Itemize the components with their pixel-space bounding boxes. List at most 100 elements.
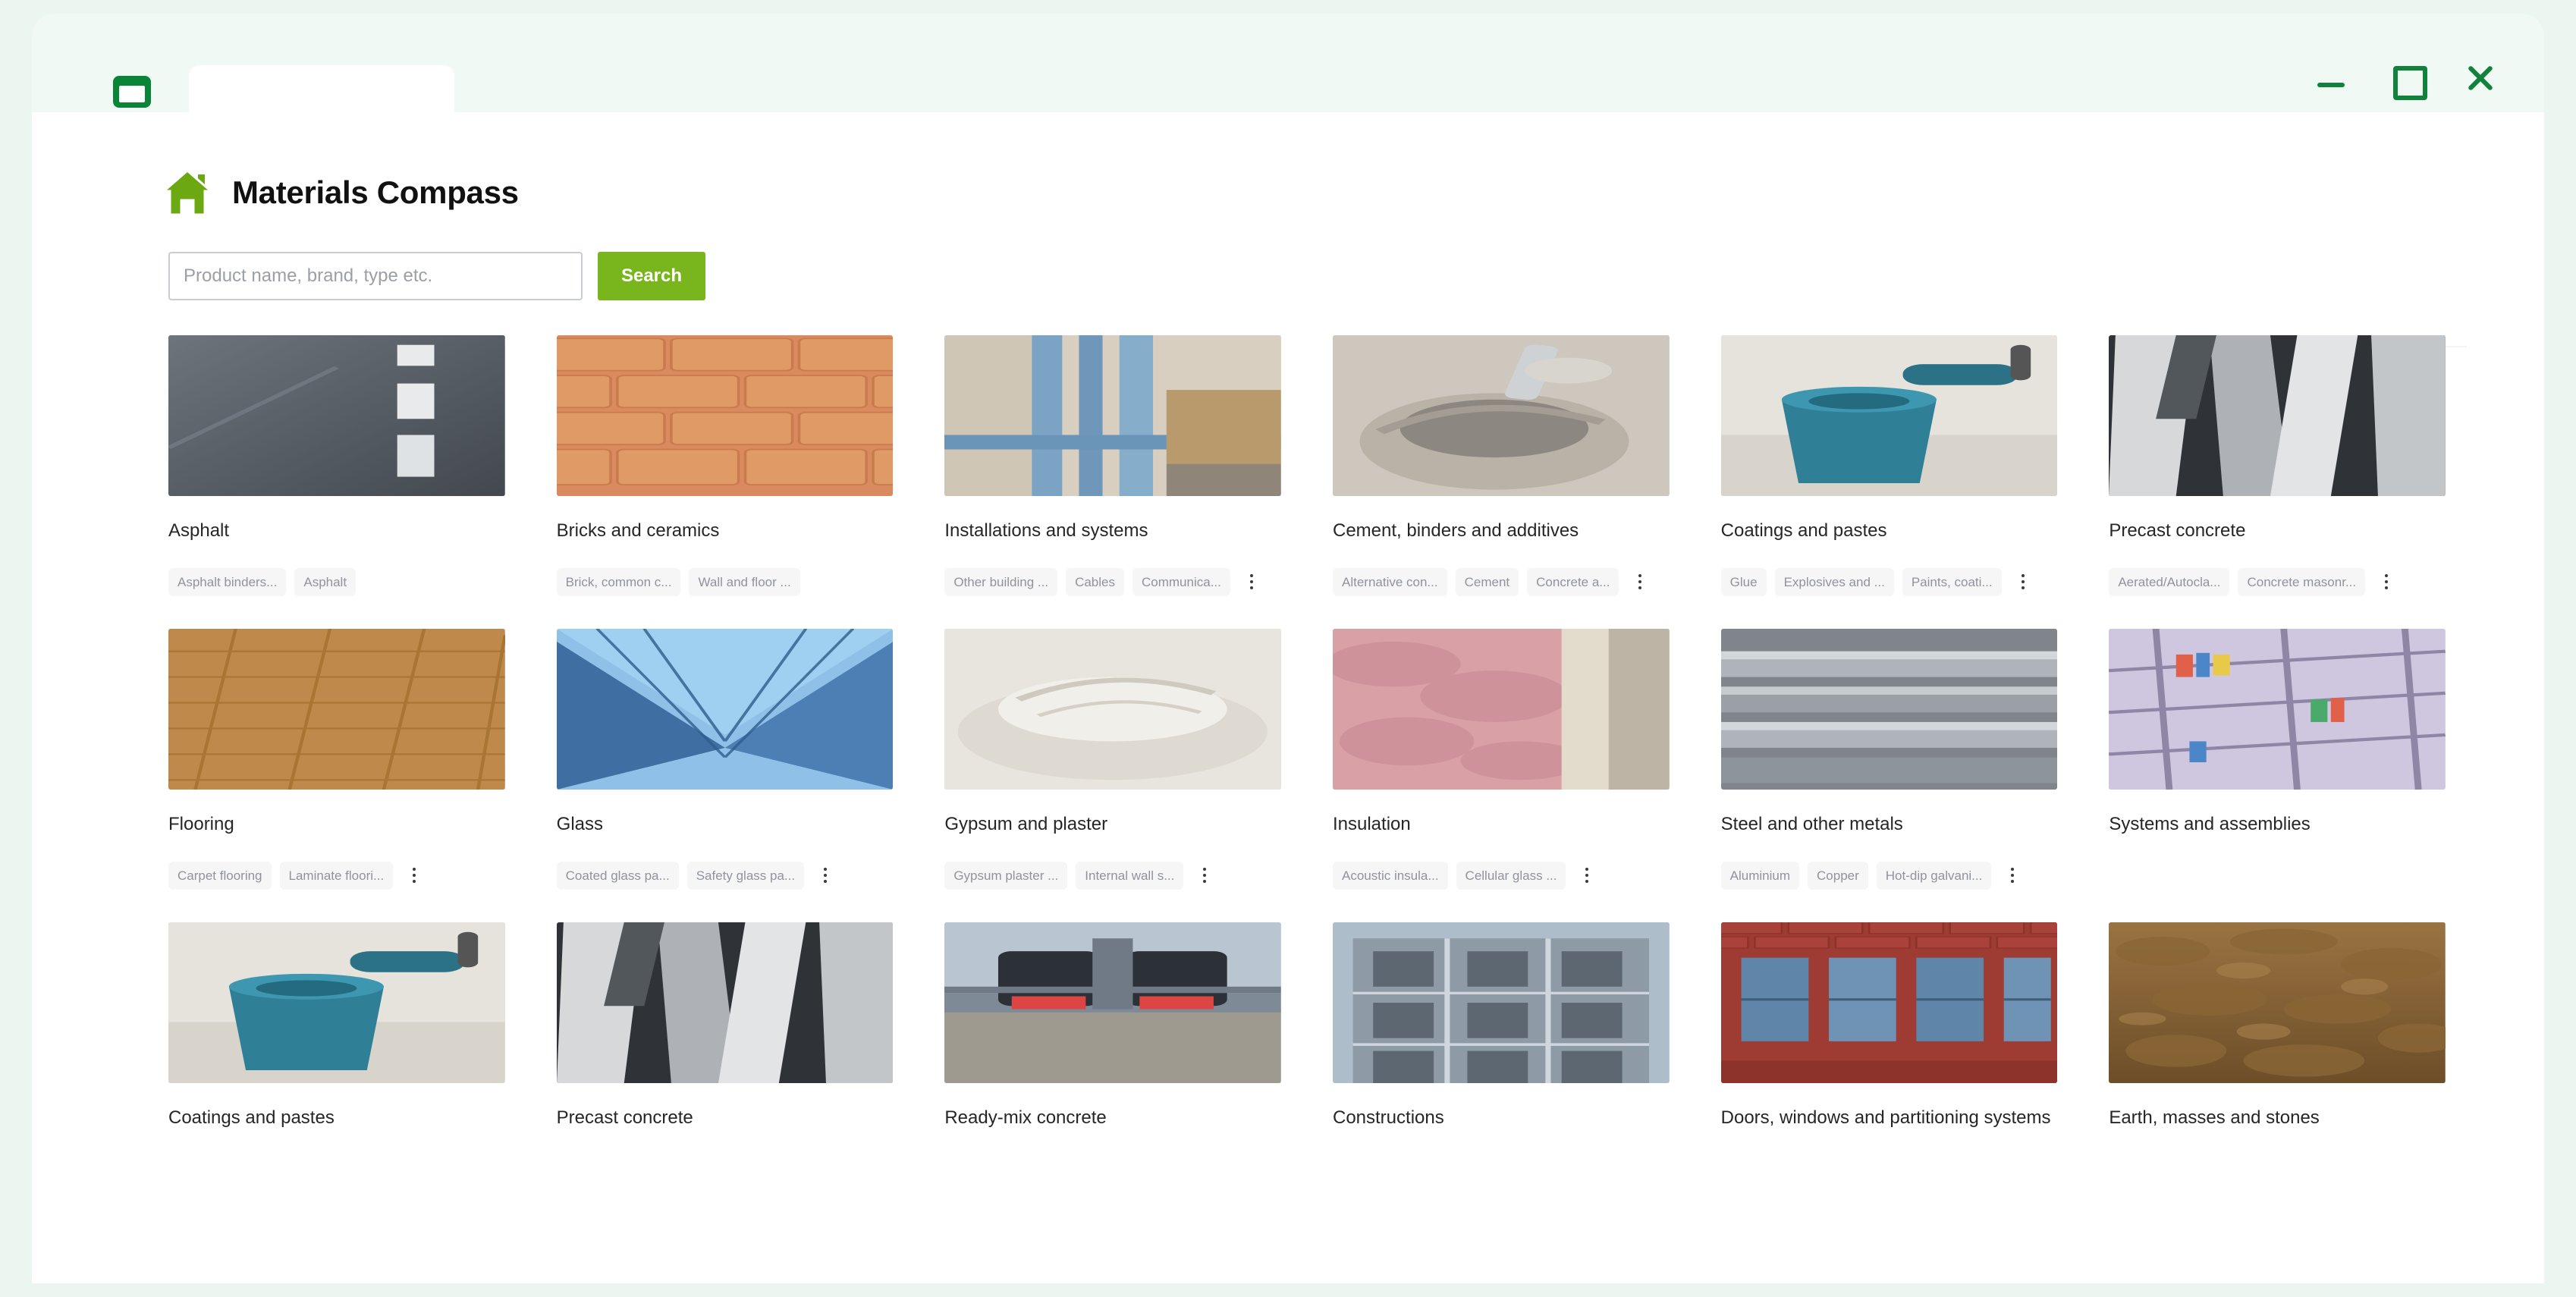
category-tag[interactable]: Asphalt binders...: [168, 567, 287, 596]
close-icon[interactable]: [2462, 61, 2497, 96]
category-thumbnail[interactable]: [556, 629, 894, 790]
category-title[interactable]: Cement, binders and additives: [1333, 519, 1670, 544]
category-card: Asphalt Asphalt binders... Asphalt: [168, 335, 505, 597]
category-card: Systems and assemblies: [2109, 629, 2446, 890]
more-vertical-icon[interactable]: [2015, 568, 2031, 595]
category-tag[interactable]: Gypsum plaster ...: [944, 861, 1068, 890]
category-tag[interactable]: Aluminium: [1720, 861, 1800, 890]
category-card: Steel and other metals Aluminium Copper Hot…: [1720, 629, 2058, 890]
maximize-icon[interactable]: [2388, 61, 2427, 100]
category-thumbnail[interactable]: [1332, 629, 1670, 790]
category-tag[interactable]: Concrete a...: [1527, 567, 1619, 596]
category-title[interactable]: Earth, masses and stones: [2109, 1106, 2446, 1131]
more-vertical-icon[interactable]: [1196, 862, 1213, 889]
category-tag[interactable]: Paints, coati...: [1902, 567, 2002, 596]
category-tag-list: Aluminium Copper Hot-dip galvani...: [1720, 860, 2058, 890]
more-vertical-icon[interactable]: [2378, 568, 2395, 595]
category-tag[interactable]: Hot-dip galvani...: [1876, 861, 1992, 890]
category-tag[interactable]: Other building ...: [944, 567, 1058, 596]
category-title[interactable]: Asphalt: [168, 519, 505, 544]
search-button[interactable]: Search: [598, 252, 705, 300]
category-tag[interactable]: Brick, common c...: [556, 567, 681, 596]
category-title[interactable]: Glass: [557, 812, 894, 837]
category-tag[interactable]: Carpet flooring: [168, 861, 272, 890]
search-input[interactable]: [168, 252, 583, 300]
more-vertical-icon[interactable]: [2004, 862, 2021, 889]
category-tag[interactable]: Glue: [1720, 567, 1767, 596]
category-thumbnail[interactable]: [2109, 629, 2446, 790]
category-tag[interactable]: Explosives and ...: [1774, 567, 1894, 596]
category-title[interactable]: Constructions: [1333, 1106, 1670, 1131]
category-title[interactable]: Steel and other metals: [1721, 812, 2058, 837]
category-thumbnail[interactable]: [944, 335, 1281, 496]
category-tag[interactable]: Internal wall s...: [1076, 861, 1184, 890]
category-thumbnail[interactable]: [1720, 922, 2058, 1083]
category-tag-list: [944, 1154, 1281, 1184]
category-tag[interactable]: Acoustic insula...: [1332, 861, 1448, 890]
category-title[interactable]: Precast concrete: [557, 1106, 894, 1131]
content-area: Materials Compass Search AsphaltAsphalt …: [32, 112, 2544, 1283]
category-thumbnail[interactable]: [1332, 335, 1670, 496]
category-thumbnail[interactable]: [1720, 629, 2058, 790]
category-card: Gypsum and plaster Gypsum plaster ... Inte…: [944, 629, 1281, 890]
category-tag[interactable]: Cellular glass ...: [1456, 861, 1566, 890]
more-vertical-icon[interactable]: [1632, 568, 1648, 595]
window-controls: [2314, 61, 2497, 100]
category-title[interactable]: Installations and systems: [944, 519, 1281, 544]
category-card: Doors, windows and partitioning systems: [1720, 922, 2058, 1184]
minimize-icon[interactable]: [2314, 61, 2348, 96]
category-tag[interactable]: Aerated/Autocla...: [2109, 567, 2230, 596]
category-card: Precast concrete Aerated/Autocla... Concre…: [2109, 335, 2446, 597]
page-title: Materials Compass: [232, 174, 519, 210]
title-bar: [32, 14, 2544, 135]
category-title[interactable]: Coatings and pastes: [1721, 519, 2058, 544]
category-tag-list: Glue Explosives and ... Paints, coati...: [1720, 567, 2058, 597]
category-thumbnail[interactable]: [168, 922, 505, 1083]
category-thumbnail[interactable]: [2109, 335, 2446, 496]
category-thumbnail[interactable]: [1720, 335, 2058, 496]
category-tag-list: Gypsum plaster ... Internal wall s...: [944, 860, 1281, 890]
category-title[interactable]: Flooring: [168, 812, 505, 837]
category-tag-list: [2109, 860, 2446, 890]
category-tag[interactable]: Cables: [1066, 567, 1124, 596]
category-grid: Asphalt Asphalt binders... Asphalt Bricks …: [168, 335, 2446, 1184]
category-tag-list: Other building ... Cables Communica...: [944, 567, 1281, 597]
category-thumbnail[interactable]: [168, 335, 505, 496]
category-title[interactable]: Coatings and pastes: [168, 1106, 505, 1131]
category-thumbnail[interactable]: [944, 629, 1281, 790]
category-thumbnail[interactable]: [1332, 922, 1670, 1083]
category-thumbnail[interactable]: [944, 922, 1281, 1083]
more-vertical-icon[interactable]: [406, 862, 423, 889]
category-tag[interactable]: Communica...: [1132, 567, 1230, 596]
category-tag-list: Acoustic insula... Cellular glass ...: [1332, 860, 1670, 890]
category-tag[interactable]: Coated glass pa...: [556, 861, 679, 890]
category-thumbnail[interactable]: [2109, 922, 2446, 1083]
category-tag[interactable]: Copper: [1808, 861, 1868, 890]
category-title[interactable]: Systems and assemblies: [2109, 812, 2446, 837]
category-tag[interactable]: Safety glass pa...: [686, 861, 805, 890]
category-card: Constructions: [1332, 922, 1670, 1184]
category-title[interactable]: Bricks and ceramics: [557, 519, 894, 544]
category-tag[interactable]: Alternative con...: [1332, 567, 1447, 596]
page-body: Materials Compass Search AsphaltAsphalt …: [32, 112, 2544, 1283]
more-vertical-icon[interactable]: [1579, 862, 1595, 889]
category-tag[interactable]: Wall and floor ...: [689, 567, 800, 596]
more-vertical-icon[interactable]: [817, 862, 834, 889]
more-vertical-icon[interactable]: [1243, 568, 1260, 595]
category-card: Flooring Carpet flooring Laminate floori..…: [168, 629, 505, 890]
category-title[interactable]: Doors, windows and partitioning systems: [1721, 1106, 2058, 1131]
category-tag[interactable]: Cement: [1455, 567, 1519, 596]
category-card: Earth, masses and stones: [2109, 922, 2446, 1184]
category-thumbnail[interactable]: [556, 335, 894, 496]
category-title[interactable]: Precast concrete: [2109, 519, 2446, 544]
home-icon: [162, 169, 212, 216]
category-thumbnail[interactable]: [168, 629, 505, 790]
category-thumbnail[interactable]: [556, 922, 894, 1083]
category-card: Cement, binders and additives Alternative…: [1332, 335, 1670, 597]
category-title[interactable]: Insulation: [1333, 812, 1670, 837]
category-tag[interactable]: Laminate floori...: [279, 861, 394, 890]
category-tag[interactable]: Concrete masonr...: [2238, 567, 2366, 596]
category-title[interactable]: Gypsum and plaster: [944, 812, 1281, 837]
category-title[interactable]: Ready-mix concrete: [944, 1106, 1281, 1131]
category-tag[interactable]: Asphalt: [294, 567, 357, 596]
